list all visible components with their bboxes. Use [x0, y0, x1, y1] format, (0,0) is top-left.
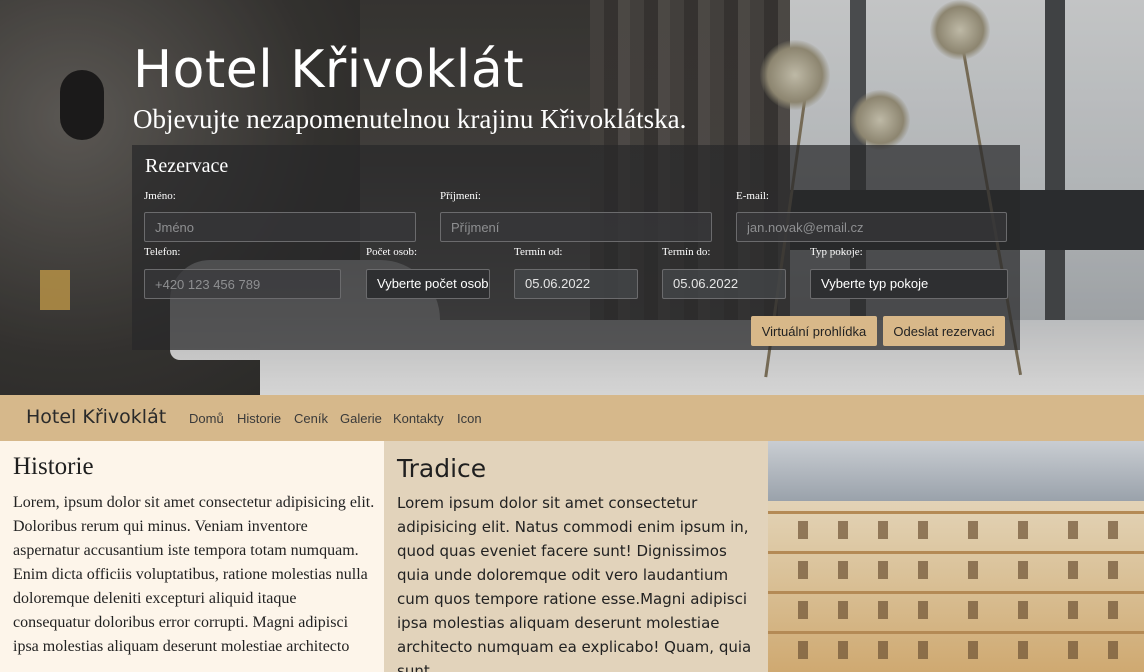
guests-select[interactable]: Vyberte počet osob: [366, 269, 490, 299]
nav-item-cenik[interactable]: Ceník: [294, 411, 328, 426]
tradice-text: Lorem ipsum dolor sit amet consectetur a…: [397, 494, 752, 672]
phone-input[interactable]: [144, 269, 341, 299]
form-title: Rezervace: [145, 155, 229, 177]
submit-reservation-button[interactable]: Odeslat rezervaci: [883, 316, 1005, 346]
nav-item-icon[interactable]: Icon: [457, 411, 482, 426]
guests-label: Počet osob:: [366, 246, 418, 258]
hero-title: Hotel Křivoklát: [133, 40, 525, 100]
room-type-select[interactable]: Vyberte typ pokoje: [810, 269, 1008, 299]
nav-item-domu[interactable]: Domů: [189, 411, 224, 426]
navbar: Hotel Křivoklát Domů Historie Ceník Gale…: [0, 395, 1144, 441]
building-roof: [768, 441, 1144, 501]
nav-item-historie[interactable]: Historie: [237, 411, 281, 426]
date-to-label: Termín do:: [662, 246, 711, 258]
room-type-label: Typ pokoje:: [810, 246, 863, 258]
email-label: E-mail:: [736, 190, 769, 202]
historie-text: Lorem, ipsum dolor sit amet consectetur …: [13, 494, 375, 655]
first-name-label: Jméno:: [144, 190, 176, 202]
virtual-tour-button[interactable]: Virtuální prohlídka: [751, 316, 877, 346]
email-input[interactable]: [736, 212, 1007, 242]
tradice-section: Tradice Lorem ipsum dolor sit amet conse…: [384, 441, 768, 672]
nav-item-kontakty[interactable]: Kontakty: [393, 411, 444, 426]
historie-heading: Historie: [13, 453, 94, 480]
date-from-label: Termín od:: [514, 246, 563, 258]
first-name-input[interactable]: [144, 212, 416, 242]
reservation-form: Rezervace Jméno: Příjmení: E-mail: Telef…: [132, 145, 1020, 350]
last-name-input[interactable]: [440, 212, 712, 242]
historie-section: Historie Lorem, ipsum dolor sit amet con…: [0, 441, 384, 672]
date-to-input[interactable]: 05.06.2022: [662, 269, 786, 299]
last-name-label: Příjmení:: [440, 190, 481, 202]
hero-subtitle: Objevujte nezapomenutelnou krajinu Křivo…: [133, 104, 687, 134]
tradice-heading: Tradice: [397, 454, 487, 483]
phone-label: Telefon:: [144, 246, 181, 258]
navbar-brand[interactable]: Hotel Křivoklát: [26, 406, 166, 428]
hero-section: Hotel Křivoklát Objevujte nezapomenuteln…: [0, 0, 1144, 395]
date-from-input[interactable]: 05.06.2022: [514, 269, 638, 299]
hotel-building-image: [768, 441, 1144, 672]
nav-item-galerie[interactable]: Galerie: [340, 411, 382, 426]
